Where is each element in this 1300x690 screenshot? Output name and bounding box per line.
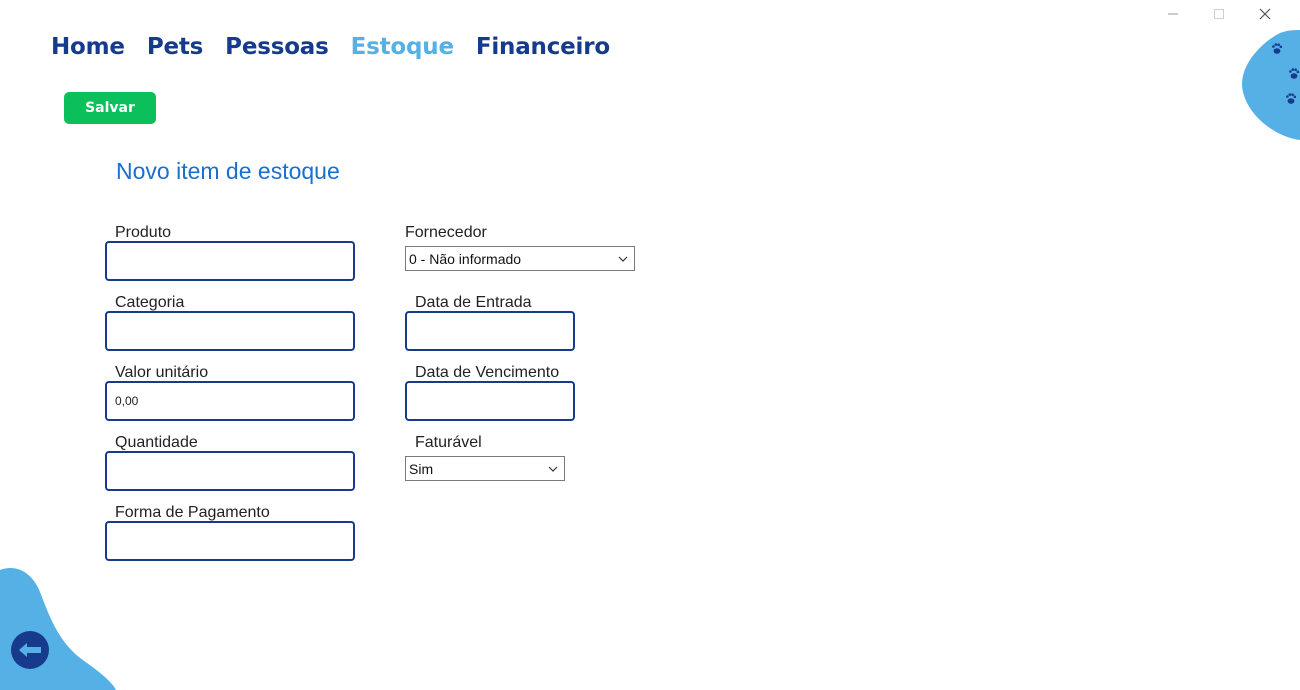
nav-item-estoque[interactable]: Estoque [351,34,454,60]
nav-item-pets[interactable]: Pets [147,34,204,60]
faturavel-select[interactable]: Sim [405,456,565,481]
save-button[interactable]: Salvar [64,92,156,124]
top-right-blob [1242,30,1300,140]
fornecedor-label: Fornecedor [405,224,487,241]
window-controls [1150,4,1288,24]
produto-input[interactable] [105,241,355,281]
fornecedor-select[interactable]: 0 - Não informado [405,246,635,271]
categoria-input[interactable] [105,311,355,351]
data-vencimento-input[interactable] [405,381,575,421]
fornecedor-selected-value: 0 - Não informado [409,250,522,267]
valor-unitario-label: Valor unitário [115,364,209,381]
minimize-icon [1168,13,1178,15]
maximize-icon [1214,9,1224,19]
nav-item-financeiro[interactable]: Financeiro [476,34,610,60]
forma-pagamento-label: Forma de Pagamento [115,504,270,521]
faturavel-selected-value: Sim [409,460,434,477]
maximize-button[interactable] [1196,4,1242,24]
bottom-left-blob [0,568,116,690]
faturavel-label: Faturável [415,434,482,451]
data-vencimento-label: Data de Vencimento [415,364,560,381]
nav-item-home[interactable]: Home [51,34,125,60]
chevron-down-icon [618,256,628,262]
chevron-down-icon [548,466,558,472]
produto-label: Produto [115,224,172,241]
back-arrow-icon [19,643,41,657]
data-entrada-input[interactable] [405,311,575,351]
quantidade-input[interactable] [105,451,355,491]
close-icon [1259,8,1271,20]
form-title: Novo item de estoque [116,158,340,184]
categoria-label: Categoria [115,294,185,311]
quantidade-label: Quantidade [115,434,198,451]
main-nav: Home Pets Pessoas Estoque Financeiro [51,34,632,60]
data-entrada-label: Data de Entrada [415,294,532,311]
close-button[interactable] [1242,4,1288,24]
back-button[interactable] [11,631,49,669]
minimize-button[interactable] [1150,4,1196,24]
valor-unitario-input[interactable] [105,381,355,421]
nav-item-pessoas[interactable]: Pessoas [225,34,329,60]
forma-pagamento-input[interactable] [105,521,355,561]
